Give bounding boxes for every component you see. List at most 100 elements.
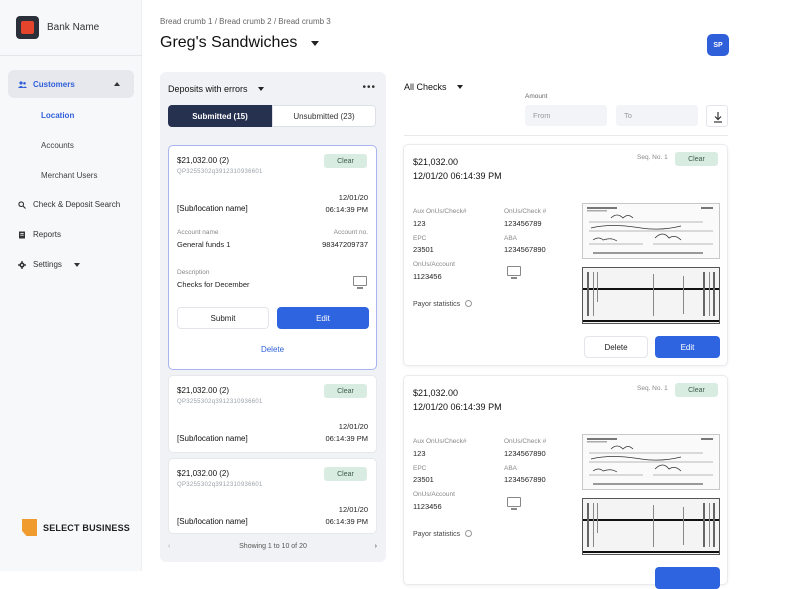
select-business-logo-icon: [22, 519, 37, 536]
sidebar-item-merchant-users[interactable]: Merchant Users: [41, 171, 97, 180]
payor-statistics[interactable]: Payor statistics: [413, 300, 473, 308]
check-back-image[interactable]: [582, 267, 720, 324]
aba-label: ABA: [504, 465, 518, 472]
tab-unsubmitted[interactable]: Unsubmitted (23): [272, 105, 376, 127]
edit-button[interactable]: Edit: [277, 307, 369, 329]
deposit-card[interactable]: $21,032.00 (2) QP3255302q3912310936601 C…: [168, 145, 377, 370]
deposit-amount: $21,032.00 (2): [177, 156, 230, 165]
submission-tabs: Submitted (15) Unsubmitted (23): [168, 105, 376, 127]
status-badge: Clear: [324, 154, 367, 168]
gear-icon: [18, 260, 26, 269]
check-front-image[interactable]: [582, 434, 720, 490]
divider: [0, 55, 142, 56]
deposit-time: 06:14:39 PM: [325, 434, 368, 443]
check-card[interactable]: $21,032.00 12/01/20 06:14:39 PM Seq. No.…: [403, 375, 728, 589]
deposits-heading: Deposits with errors: [168, 84, 248, 94]
all-checks-dropdown[interactable]: All Checks: [404, 82, 463, 92]
chevron-down-icon: [73, 262, 80, 267]
aux-label: Aux OnUs/Check#: [413, 438, 467, 445]
submit-button[interactable]: Submit: [177, 307, 269, 329]
bank-logo-icon: [16, 16, 39, 39]
avatar[interactable]: SP: [707, 34, 729, 56]
sidebar-item-accounts[interactable]: Accounts: [41, 141, 74, 150]
payor-statistics-label: Payor statistics: [413, 531, 461, 538]
edit-button[interactable]: [655, 567, 720, 589]
breadcrumb[interactable]: Bread crumb 1 / Bread crumb 2 / Bread cr…: [160, 17, 331, 26]
select-business-logo: SELECT BUSINESS: [22, 519, 130, 536]
deposit-card[interactable]: $21,032.00 (2) QP3255302q3912310936601 C…: [168, 458, 377, 534]
status-badge: Clear: [675, 152, 718, 166]
aux-value: 123: [413, 449, 426, 458]
monitor-icon[interactable]: [507, 497, 521, 510]
more-options-icon[interactable]: •••: [362, 82, 376, 93]
check-front-drawing: [587, 438, 713, 485]
payor-statistics[interactable]: Payor statistics: [413, 530, 473, 538]
deposits-panel: Deposits with errors ••• Submitted (15) …: [160, 72, 386, 562]
edit-button[interactable]: Edit: [655, 336, 720, 358]
deposit-code: QP3255302q3912310936601: [177, 169, 263, 175]
sidebar-item-check-deposit-search[interactable]: Check & Deposit Search: [18, 200, 120, 209]
check-datetime: 12/01/20 06:14:39 PM: [413, 402, 502, 412]
deposit-code: QP3255302q3912310936601: [177, 399, 263, 405]
all-checks-heading: All Checks: [404, 82, 447, 92]
pagination: ‹ Showing 1 to 10 of 20 ›: [160, 538, 386, 556]
divider: [404, 135, 728, 136]
info-icon[interactable]: [465, 300, 473, 307]
bank-name: Bank Name: [47, 22, 100, 33]
check-front-drawing: [587, 207, 713, 254]
info-icon[interactable]: [465, 530, 473, 537]
deposit-date: 12/01/20: [338, 422, 368, 431]
check-back-image[interactable]: [582, 498, 720, 555]
status-badge: Clear: [675, 383, 718, 397]
sidebar-item-label: Settings: [33, 260, 62, 269]
sidebar-item-location[interactable]: Location: [41, 111, 74, 120]
sidebar-item-label: Check & Deposit Search: [33, 200, 121, 209]
aux-value: 123: [413, 219, 426, 228]
sidebar-item-label: Reports: [33, 230, 62, 239]
download-icon: [714, 112, 722, 123]
page-title-dropdown[interactable]: Greg's Sandwiches: [160, 34, 320, 52]
delete-button[interactable]: Delete: [584, 336, 648, 358]
onus-label: OnUs/Check #: [504, 208, 547, 215]
aux-label: Aux OnUs/Check#: [413, 208, 467, 215]
chevron-up-icon: [114, 82, 120, 86]
bank-brand[interactable]: Bank Name: [16, 16, 99, 39]
chevron-right-icon[interactable]: ›: [375, 538, 377, 556]
sidebar-item-customers[interactable]: Customers: [8, 70, 134, 98]
onus-account-label: OnUs/Account: [413, 261, 455, 268]
payor-statistics-label: Payor statistics: [413, 301, 461, 308]
epc-label: EPC: [413, 235, 427, 242]
aba-label: ABA: [504, 235, 518, 242]
onus-account-label: OnUs/Account: [413, 491, 455, 498]
sidebar-item-label: Customers: [33, 79, 75, 89]
deposits-filter-dropdown[interactable]: Deposits with errors: [168, 84, 264, 94]
chevron-left-icon[interactable]: ‹: [168, 538, 170, 556]
chevron-down-icon: [456, 85, 463, 89]
amount-from-input[interactable]: From: [525, 105, 607, 126]
check-amount: $21,032.00: [413, 388, 459, 398]
deposit-date: 12/01/20: [338, 505, 368, 514]
monitor-icon[interactable]: [507, 266, 521, 279]
users-icon: [18, 80, 27, 88]
amount-to-input[interactable]: To: [616, 105, 698, 126]
check-card[interactable]: $21,032.00 12/01/20 06:14:39 PM Seq. No.…: [403, 144, 728, 366]
deposit-amount: $21,032.00 (2): [177, 386, 230, 395]
onus-label: OnUs/Check #: [504, 438, 547, 445]
chevron-down-icon: [311, 40, 320, 46]
deposit-card[interactable]: $21,032.00 (2) QP3255302q3912310936601 C…: [168, 375, 377, 453]
deposit-date: 12/01/20: [338, 193, 368, 202]
monitor-icon[interactable]: [353, 276, 367, 289]
download-button[interactable]: [706, 105, 728, 127]
delete-link[interactable]: Delete: [169, 345, 376, 354]
sidebar-item-settings[interactable]: Settings: [18, 260, 80, 269]
account-name-label: Account name: [177, 229, 219, 236]
sidebar-item-reports[interactable]: Reports: [18, 230, 61, 239]
sequence-number: Seq. No. 1: [637, 154, 668, 161]
epc-value: 23501: [413, 245, 434, 254]
account-name-value: General funds 1: [177, 240, 231, 249]
status-badge: Clear: [324, 384, 367, 398]
chevron-down-icon: [257, 87, 264, 91]
check-front-image[interactable]: [582, 203, 720, 259]
tab-submitted[interactable]: Submitted (15): [168, 105, 272, 127]
sidebar: Bank Name Customers Location Accounts Me…: [0, 0, 142, 571]
